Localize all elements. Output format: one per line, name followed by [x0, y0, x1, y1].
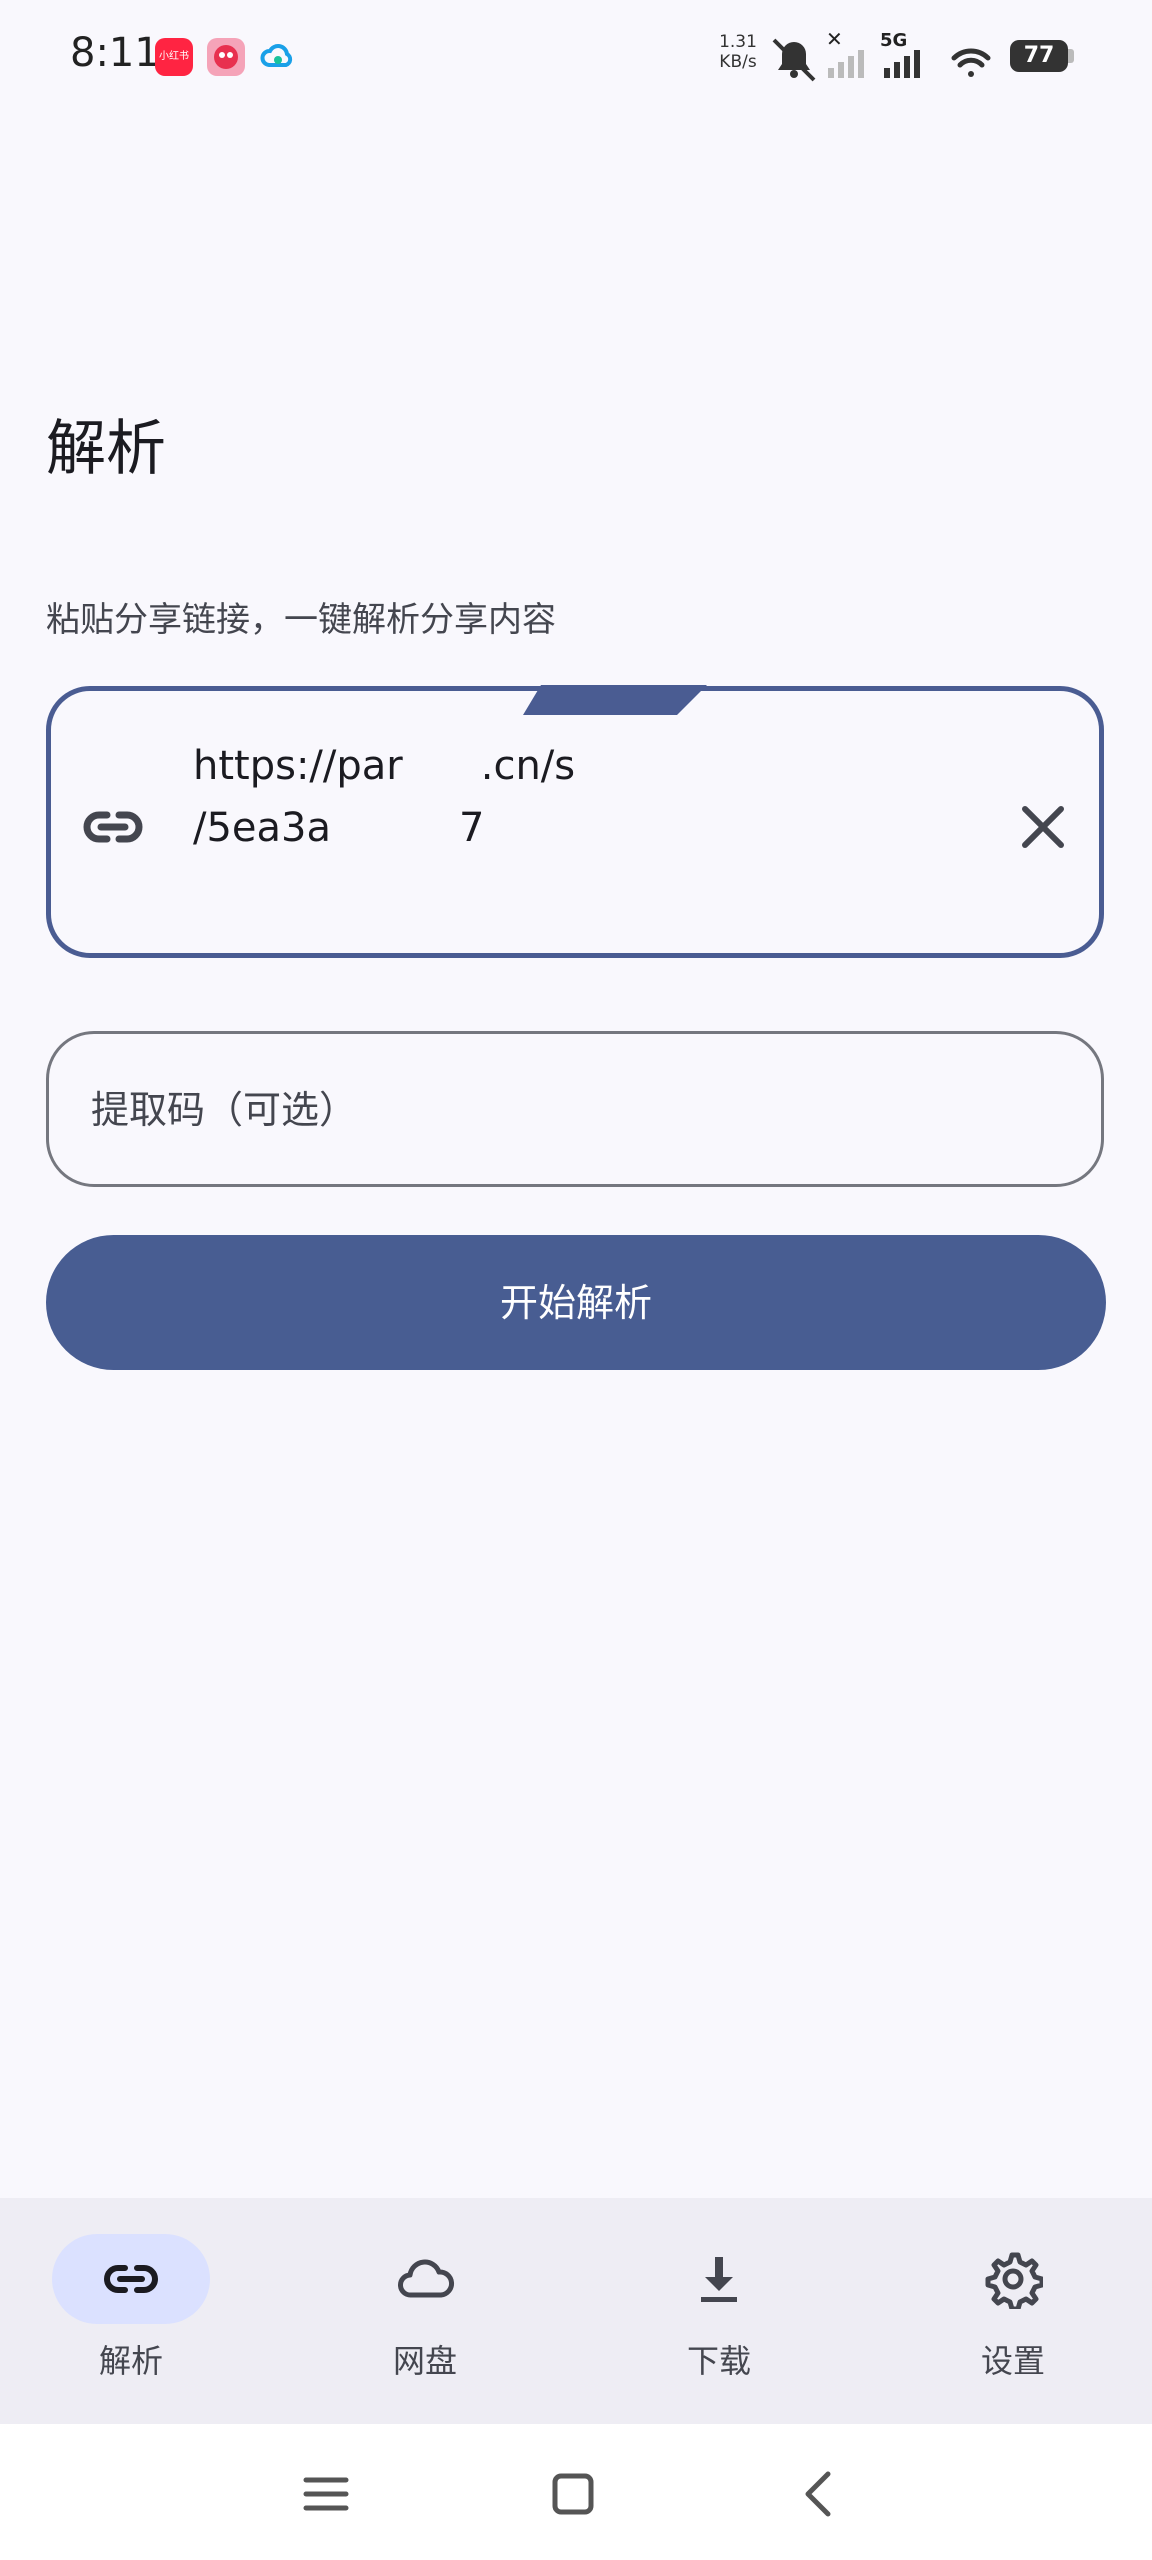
field-label-notch	[523, 685, 707, 715]
back-icon[interactable]	[790, 2464, 850, 2524]
nav-item-settings[interactable]: 设置	[882, 2198, 1152, 2424]
link-icon	[83, 811, 143, 843]
page-subtitle: 粘贴分享链接，一键解析分享内容	[46, 600, 556, 640]
home-icon[interactable]	[543, 2464, 603, 2524]
gear-icon	[985, 2252, 1043, 2309]
nav-label: 网盘	[392, 2342, 457, 2380]
extraction-code-input[interactable]	[89, 1034, 1053, 1186]
network-speed: 1.31 KB/s	[719, 32, 757, 72]
status-bar: 8:11 小红书 1.31 KB/s ✕ 5G 77	[0, 0, 1152, 112]
link-icon	[104, 2265, 158, 2293]
download-icon	[701, 2257, 737, 2302]
5g-signal-icon: 5G	[880, 30, 920, 78]
svg-text:5G: 5G	[880, 30, 907, 51]
nav-item-parse[interactable]: 解析	[0, 2198, 288, 2424]
status-time: 8:11	[70, 30, 160, 76]
wifi-icon	[951, 48, 991, 77]
muted-bell-icon	[772, 38, 816, 82]
svg-text:✕: ✕	[826, 30, 843, 51]
system-navigation-bar	[0, 2424, 1152, 2560]
extraction-code-field[interactable]	[46, 1031, 1104, 1187]
menu-icon[interactable]	[296, 2464, 356, 2524]
nav-label: 解析	[98, 2342, 163, 2380]
nav-item-download[interactable]: 下载	[588, 2198, 876, 2424]
cloud-app-icon	[259, 38, 297, 76]
bottom-navigation: 解析 网盘 下载 设置	[0, 2198, 1152, 2424]
page-title: 解析	[46, 414, 166, 484]
no-signal-icon: ✕	[826, 30, 864, 78]
xiaohongshu-app-icon: 小红书	[155, 38, 193, 76]
nav-item-cloud[interactable]: 网盘	[294, 2198, 582, 2424]
battery-level: 77	[1010, 40, 1068, 72]
share-link-input[interactable]: https://par .cn/s /5ea3a 7	[46, 685, 1104, 958]
battery-icon: 77	[1010, 40, 1076, 72]
clear-icon[interactable]	[1013, 797, 1073, 857]
nav-label: 设置	[980, 2342, 1045, 2380]
app-icon	[207, 38, 245, 76]
start-parse-button[interactable]: 开始解析	[46, 1235, 1106, 1370]
status-icons: ✕ 5G	[772, 30, 991, 82]
nav-label: 下载	[686, 2342, 751, 2380]
share-link-value[interactable]: https://par .cn/s /5ea3a 7	[193, 735, 753, 859]
cloud-icon	[398, 2259, 455, 2298]
